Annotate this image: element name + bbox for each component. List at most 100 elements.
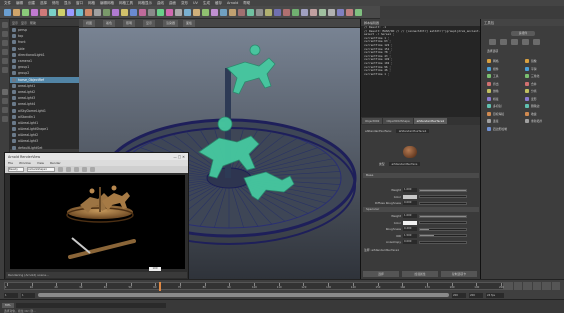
toolkit-item[interactable]: 连接	[487, 119, 499, 123]
render-region-icon[interactable]	[74, 167, 79, 172]
toolkit-item[interactable]: 网格	[487, 59, 499, 63]
scale-tool-icon[interactable]	[2, 67, 8, 73]
shelf-tool-icon[interactable]	[328, 9, 335, 16]
menu-item[interactable]: 创建	[28, 1, 35, 5]
copy-tab-button[interactable]: 复制选项卡	[441, 271, 477, 277]
type-field[interactable]: aiStandardSurface	[388, 162, 421, 166]
shelf-tool-icon[interactable]	[247, 9, 254, 16]
shelf-tool-icon[interactable]	[58, 9, 65, 16]
attribute-value-field[interactable]: 1.000	[403, 214, 417, 218]
shelf-tool-icon[interactable]	[301, 9, 308, 16]
toolkit-item[interactable]: 多切割	[487, 104, 501, 108]
range-end-field[interactable]: 200	[452, 292, 466, 298]
toolkit-item[interactable]: 倒角	[487, 89, 499, 93]
toolkit-item[interactable]: 目标焊接	[487, 111, 504, 116]
attribute-value-field[interactable]: 1.000	[403, 188, 417, 192]
toolkit-item[interactable]: 收拢	[525, 111, 537, 116]
toolkit-item[interactable]: 挤出	[487, 81, 499, 86]
lasso-tool-icon[interactable]	[2, 31, 8, 37]
attribute-slider[interactable]	[419, 227, 467, 231]
attribute-slider[interactable]	[419, 221, 467, 224]
select-tool-icon[interactable]	[2, 22, 8, 28]
play-forward-icon[interactable]	[532, 282, 541, 290]
viewport-menu-item[interactable]: 显示	[143, 20, 156, 27]
color-swatch[interactable]	[403, 194, 417, 199]
shelf-tool-icon[interactable]	[121, 9, 128, 16]
arnold-render-view-window[interactable]: Arnold RenderView — □ ✕ File Window View Re…	[4, 152, 189, 280]
menu-item[interactable]: UV	[193, 1, 198, 5]
shelf-tool-icon[interactable]	[319, 9, 326, 16]
select-button[interactable]: 选择	[363, 271, 399, 277]
layout-four-icon[interactable]	[2, 98, 8, 104]
toolkit-item[interactable]: 平滑	[525, 66, 537, 71]
multi-component-button[interactable]: 多组件	[511, 31, 535, 36]
outliner-item[interactable]: defaultLightSet	[10, 145, 79, 151]
toolkit-item[interactable]: 重新拓扑	[525, 119, 542, 123]
uv-mode-icon[interactable]	[533, 39, 540, 45]
shelf-tool-icon[interactable]	[346, 9, 353, 16]
menu-item[interactable]: 缓存	[215, 1, 222, 5]
render-view-menu-item[interactable]: Render	[50, 161, 61, 165]
step-forward-icon[interactable]	[542, 282, 551, 290]
menu-item[interactable]: 修改	[52, 1, 59, 5]
menu-item[interactable]: 曲面	[169, 1, 176, 5]
outliner-menu-help[interactable]: 帮助	[30, 21, 36, 25]
toolkit-item[interactable]: 合并	[525, 81, 537, 86]
color-swatch[interactable]	[403, 220, 417, 225]
shelf-tool-icon[interactable]	[67, 9, 74, 16]
attribute-slider[interactable]	[419, 201, 467, 205]
menu-item[interactable]: 生成	[203, 1, 210, 5]
shelf-tool-icon[interactable]	[220, 9, 227, 16]
section-base[interactable]: Base	[363, 173, 479, 178]
range-bar[interactable]	[38, 293, 449, 297]
shelf-tool-icon[interactable]	[76, 9, 83, 16]
go-to-end-icon[interactable]	[551, 282, 560, 290]
menu-item[interactable]: 曲线	[157, 1, 164, 5]
script-output[interactable]: // Result: -1// Result: MASH/DO // // [c…	[361, 26, 480, 76]
step-back-icon[interactable]	[513, 282, 522, 290]
object-mode-icon[interactable]	[489, 39, 496, 45]
shelf-tool-icon[interactable]	[139, 9, 146, 16]
attribute-slider[interactable]	[419, 214, 467, 218]
paint-select-icon[interactable]	[2, 40, 8, 46]
shelf-tool-icon[interactable]	[283, 9, 290, 16]
attribute-value-field[interactable]: 0.000	[403, 201, 417, 205]
menu-item[interactable]: 编辑网格	[100, 1, 114, 5]
shelf-tool-icon[interactable]	[274, 9, 281, 16]
timeline-track[interactable]: 1 10 20 30 40 50 60 70 80 90 100 110 120 130 140 150 160…	[4, 282, 504, 290]
shelf-tool-icon[interactable]	[103, 9, 110, 16]
command-input[interactable]	[16, 303, 166, 308]
render-zoom-field[interactable]: 100	[149, 267, 161, 271]
layout-single-icon[interactable]	[2, 89, 8, 95]
tab-material[interactable]: aiStandardSurface1	[413, 118, 448, 124]
fps-select[interactable]: 24 fps	[486, 292, 504, 298]
render-settings-icon[interactable]	[90, 167, 95, 172]
shelf-tool-icon[interactable]	[184, 9, 191, 16]
toolkit-item[interactable]: 工具	[487, 74, 499, 78]
toolkit-item[interactable]: 组件	[487, 66, 499, 71]
shelf-tool-icon[interactable]	[211, 9, 218, 16]
shelf-tool-icon[interactable]	[13, 9, 20, 16]
menu-item[interactable]: 网格显示	[138, 1, 152, 5]
outliner-menu-display[interactable]: 显示	[12, 21, 18, 25]
layout-outliner-icon[interactable]	[2, 116, 8, 122]
shelf-tool-icon[interactable]	[31, 9, 38, 16]
start-frame-field[interactable]: 1	[4, 292, 18, 298]
menu-item[interactable]: 显示	[64, 1, 71, 5]
shelf-tool-icon[interactable]	[4, 9, 11, 16]
camera-select[interactable]: cameraShape1	[27, 167, 55, 172]
shelf-tool-icon[interactable]	[292, 9, 299, 16]
shelf-tool-icon[interactable]	[130, 9, 137, 16]
vertex-mode-icon[interactable]	[500, 39, 507, 45]
render-snapshot-icon[interactable]	[82, 167, 87, 172]
shelf-tool-icon[interactable]	[355, 9, 362, 16]
shelf-tool-icon[interactable]	[238, 9, 245, 16]
menu-item[interactable]: 编辑	[16, 1, 23, 5]
menu-item[interactable]: 网格工具	[119, 1, 133, 5]
menu-item[interactable]: 窗口	[76, 1, 83, 5]
viewport-menu-item[interactable]: 着色	[103, 20, 116, 27]
toolkit-item[interactable]: 桥接	[487, 96, 499, 101]
viewport-menu-item[interactable]: 渲染器	[163, 20, 179, 27]
shelf-tool-icon[interactable]	[166, 9, 173, 16]
attribute-value-field[interactable]: 1.500	[403, 233, 417, 238]
